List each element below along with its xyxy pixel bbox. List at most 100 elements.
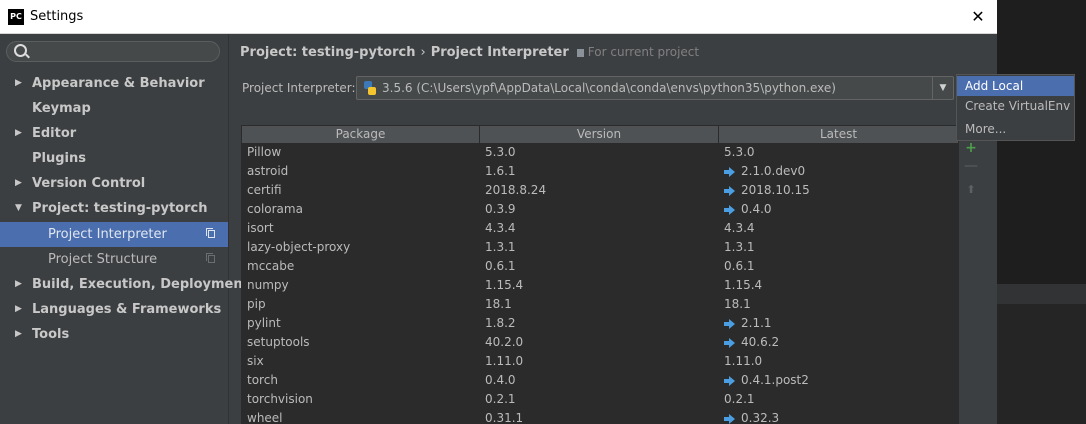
upgrade-available-icon (724, 376, 735, 386)
interpreter-select[interactable]: 3.5.6 (C:\Users\ypf\AppData\Local\conda\… (356, 76, 954, 100)
collapsed-arrow-icon[interactable]: ▶ (15, 322, 22, 347)
cell-package: mccabe (247, 259, 295, 273)
latest-version-text: 1.15.4 (724, 278, 763, 292)
table-row[interactable]: isort 4.3.4 4.3.4 (242, 219, 958, 238)
cell-latest: 1.15.4 (719, 276, 958, 295)
settings-search-input[interactable] (6, 41, 220, 62)
breadcrumb-project[interactable]: Project: testing-pytorch (240, 45, 415, 60)
sidebar-item-project-interpreter[interactable]: Project Interpreter (0, 222, 228, 247)
table-row[interactable]: lazy-object-proxy 1.3.1 1.3.1 (242, 238, 958, 257)
background-editor-area (997, 0, 1086, 424)
upgrade-package-icon[interactable]: ⬆ (960, 180, 982, 200)
sidebar-item-project-testing-pytorch[interactable]: ▼ Project: testing-pytorch (0, 196, 228, 221)
menu-item-create-virtualenv[interactable]: Create VirtualEnv (957, 96, 1074, 116)
table-row[interactable]: certifi 2018.8.24 2018.10.15 (242, 181, 958, 200)
cell-latest: 0.4.0 (719, 200, 958, 219)
cell-version: 5.3.0 (485, 145, 516, 159)
table-row[interactable]: numpy 1.15.4 1.15.4 (242, 276, 958, 295)
upgrade-available-icon (724, 205, 735, 215)
sidebar-item-label: Project Structure (48, 252, 158, 267)
table-row[interactable]: pylint 1.8.2 2.1.1 (242, 314, 958, 333)
cell-package: pylint (247, 316, 281, 330)
sidebar-item-label: Appearance & Behavior (32, 76, 205, 91)
remove-package-icon[interactable]: — (960, 156, 982, 176)
cell-version: 1.8.2 (485, 316, 516, 330)
settings-dialog: PC Settings ✕ ▶ Appearance & Behavior Keym… (0, 0, 997, 424)
collapsed-arrow-icon[interactable]: ▶ (15, 121, 22, 146)
table-row[interactable]: six 1.11.0 1.11.0 (242, 352, 958, 371)
cell-package: six (247, 354, 264, 368)
sidebar-item-label: Keymap (32, 101, 91, 116)
cell-package: numpy (247, 278, 289, 292)
title-bar: PC Settings ✕ (0, 0, 997, 34)
sidebar-item-label: Build, Execution, Deployment (32, 277, 249, 292)
collapsed-arrow-icon[interactable]: ▶ (15, 272, 22, 297)
sidebar-item-languages-frameworks[interactable]: ▶ Languages & Frameworks (0, 297, 228, 322)
cell-package: pip (247, 297, 266, 311)
table-row[interactable]: mccabe 0.6.1 0.6.1 (242, 257, 958, 276)
table-row[interactable]: setuptools 40.2.0 40.6.2 (242, 333, 958, 352)
sidebar-item-build-execution-deployment[interactable]: ▶ Build, Execution, Deployment (0, 272, 249, 297)
sidebar-item-plugins[interactable]: Plugins (0, 146, 228, 171)
close-icon[interactable]: ✕ (963, 4, 993, 30)
table-row[interactable]: astroid 1.6.1 2.1.0.dev0 (242, 162, 958, 181)
cell-version: 0.4.0 (485, 373, 516, 387)
latest-version-text: 40.6.2 (741, 335, 780, 349)
sidebar-item-keymap[interactable]: Keymap (0, 96, 228, 121)
latest-version-text: 2.1.0.dev0 (741, 164, 806, 178)
cell-latest: 2018.10.15 (719, 181, 958, 200)
collapsed-arrow-icon[interactable]: ▶ (15, 171, 22, 196)
sidebar-item-editor[interactable]: ▶ Editor (0, 121, 228, 146)
table-row[interactable]: pip 18.1 18.1 (242, 295, 958, 314)
background-editor-dark (997, 0, 1086, 284)
interpreter-menu-popup: Add Local Create VirtualEnv More... (956, 74, 1075, 141)
cell-latest: 1.11.0 (719, 352, 958, 371)
column-header-version[interactable]: Version (480, 126, 719, 143)
window-title: Settings (30, 9, 84, 24)
column-header-latest[interactable]: Latest (719, 126, 958, 143)
table-row[interactable]: torch 0.4.0 0.4.1.post2 (242, 371, 958, 390)
cell-latest: 2.1.1 (719, 314, 958, 333)
latest-version-text: 5.3.0 (724, 145, 755, 159)
sidebar-item-label: Editor (32, 126, 77, 141)
cell-version: 0.2.1 (485, 392, 516, 406)
cell-package: isort (247, 221, 274, 235)
table-row[interactable]: colorama 0.3.9 0.4.0 (242, 200, 958, 219)
sidebar-item-tools[interactable]: ▶ Tools (0, 322, 228, 347)
latest-version-text: 0.32.3 (741, 411, 780, 424)
menu-item-more[interactable]: More... (957, 119, 1074, 139)
breadcrumb-separator: › (420, 45, 426, 60)
cell-version: 40.2.0 (485, 335, 524, 349)
project-scope-icon (576, 49, 584, 57)
expanded-arrow-icon[interactable]: ▼ (15, 196, 22, 221)
latest-version-text: 4.3.4 (724, 221, 755, 235)
cell-package: astroid (247, 164, 289, 178)
cell-version: 1.11.0 (485, 354, 524, 368)
breadcrumb: Project: testing-pytorch › Project Interpr… (240, 45, 699, 60)
column-header-package[interactable]: Package (242, 126, 480, 143)
sidebar-item-label: Version Control (32, 176, 146, 191)
background-editor-lower (997, 304, 1086, 424)
interpreter-value: 3.5.6 (C:\Users\ypf\AppData\Local\conda\… (382, 81, 836, 95)
packages-table: Package Version Latest Pillow 5.3.0 5.3.0 a… (241, 125, 959, 424)
add-package-icon[interactable]: + (960, 138, 982, 158)
collapsed-arrow-icon[interactable]: ▶ (15, 71, 22, 96)
chevron-down-icon[interactable]: ▼ (932, 77, 953, 99)
project-scope-icon (206, 228, 215, 238)
cell-package: setuptools (247, 335, 310, 349)
scope-note: For current project (587, 45, 700, 59)
table-row[interactable]: Pillow 5.3.0 5.3.0 (242, 143, 958, 162)
upgrade-available-icon (724, 186, 735, 196)
menu-item-add-local[interactable]: Add Local (957, 76, 1074, 96)
collapsed-arrow-icon[interactable]: ▶ (15, 297, 22, 322)
interpreter-label: Project Interpreter: (242, 81, 356, 95)
sidebar-item-version-control[interactable]: ▶ Version Control (0, 171, 228, 196)
cell-package: torch (247, 373, 278, 387)
table-row[interactable]: torchvision 0.2.1 0.2.1 (242, 390, 958, 409)
sidebar-item-project-structure[interactable]: Project Structure (0, 247, 228, 272)
sidebar-item-appearance-behavior[interactable]: ▶ Appearance & Behavior (0, 71, 228, 96)
table-row[interactable]: wheel 0.31.1 0.32.3 (242, 409, 958, 424)
cell-latest: 0.32.3 (719, 409, 958, 424)
upgrade-available-icon (724, 319, 735, 329)
cell-version: 4.3.4 (485, 221, 516, 235)
